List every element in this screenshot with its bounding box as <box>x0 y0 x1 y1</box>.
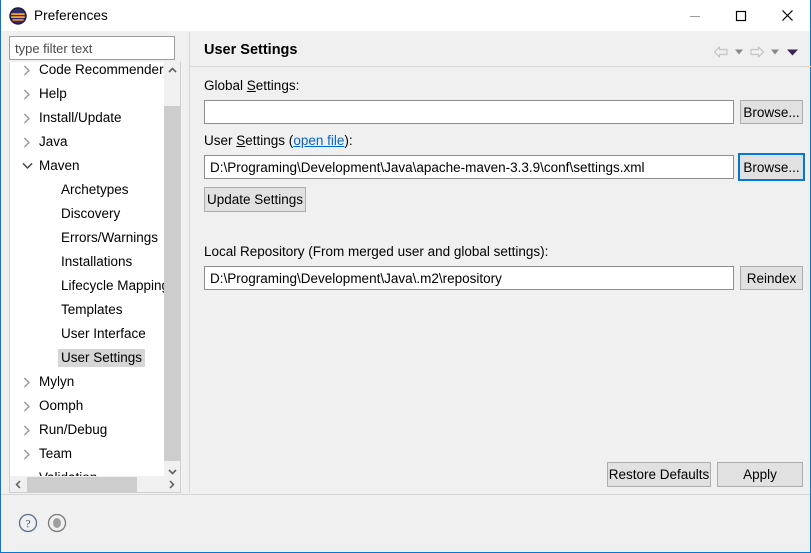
tree-item-label: Team <box>39 446 73 461</box>
close-button[interactable] <box>764 0 810 31</box>
title-bar: Preferences <box>1 0 810 31</box>
chevron-down-icon[interactable] <box>18 154 36 178</box>
tree-item-team[interactable]: Team <box>10 442 165 466</box>
tree-item-errors-warnings[interactable]: Errors/Warnings <box>10 226 165 250</box>
preferences-tree: Code Recommenders Help Install/Update Java M… <box>9 62 181 482</box>
tree-item-help[interactable]: Help <box>10 82 165 106</box>
tree-scroll-thumb[interactable] <box>164 106 180 461</box>
global-settings-input[interactable] <box>204 100 734 124</box>
tree-item-label: Archetypes <box>61 182 129 197</box>
page-nav-toolbar <box>710 42 802 62</box>
tree-item-run-debug[interactable]: Run/Debug <box>10 418 165 442</box>
window-controls <box>672 0 810 31</box>
maximize-button[interactable] <box>718 0 764 31</box>
tree-item-label: Java <box>39 134 68 149</box>
chevron-right-icon[interactable] <box>18 370 36 394</box>
tree-item-oomph[interactable]: Oomph <box>10 394 165 418</box>
tree-list: Code Recommenders Help Install/Update Java M… <box>10 62 165 476</box>
eclipse-logo-icon <box>9 6 27 25</box>
local-repository-input[interactable] <box>204 266 734 290</box>
tree-item-installations[interactable]: Installations <box>10 250 165 274</box>
scroll-up-icon[interactable] <box>164 62 180 79</box>
restore-defaults-button[interactable]: Restore Defaults <box>607 462 711 487</box>
help-question-icon[interactable]: ? <box>17 512 39 534</box>
global-settings-label: Global Settings: <box>204 78 300 93</box>
scroll-right-icon[interactable] <box>163 477 180 492</box>
tree-item-label: Mylyn <box>39 374 75 389</box>
tree-item-mylyn[interactable]: Mylyn <box>10 370 165 394</box>
local-repository-label: Local Repository (From merged user and g… <box>204 244 549 259</box>
tree-item-label: Discovery <box>61 206 121 221</box>
svg-text:?: ? <box>25 518 30 530</box>
arrow-right-icon[interactable] <box>746 42 768 62</box>
search-input[interactable] <box>9 36 175 60</box>
minimize-button[interactable] <box>672 0 718 31</box>
preferences-dialog: Preferences Code Recommenders Help Install… <box>0 0 811 553</box>
tree-item-label: Install/Update <box>39 110 122 125</box>
tree-item-maven[interactable]: Maven <box>10 154 165 178</box>
user-settings-browse-button[interactable]: Browse... <box>738 153 805 181</box>
tree-item-archetypes[interactable]: Archetypes <box>10 178 165 202</box>
tree-item-label: Run/Debug <box>39 422 108 437</box>
global-settings-browse-button[interactable]: Browse... <box>740 100 803 124</box>
chevron-right-icon[interactable] <box>18 82 36 106</box>
user-settings-label: User Settings (open file): <box>204 133 353 148</box>
tree-item-code-recommenders[interactable]: Code Recommenders <box>10 62 165 82</box>
tree-item-label: User Interface <box>61 326 146 341</box>
tree-item-label: Validation <box>36 469 100 476</box>
window-title: Preferences <box>34 8 108 23</box>
footer-bar: ? OK Cancel <box>1 495 810 552</box>
settings-page: User Settings Global Settings: Browse...… <box>189 32 811 493</box>
tree-item-label: Lifecycle Mapping <box>61 278 165 293</box>
page-title: User Settings <box>204 42 298 58</box>
title-divider <box>190 66 811 67</box>
tree-item-user-settings[interactable]: User Settings <box>10 346 165 370</box>
tree-horizontal-scrollbar[interactable] <box>9 476 181 493</box>
user-settings-input[interactable] <box>204 155 734 179</box>
filter-box <box>9 36 175 60</box>
apply-button[interactable]: Apply <box>717 462 803 487</box>
open-file-link[interactable]: open file <box>293 133 344 148</box>
view-menu-chevron-down-icon[interactable] <box>782 42 802 62</box>
tree-item-label: Templates <box>61 302 123 317</box>
tree-item-label: Installations <box>61 254 133 269</box>
circle-dot-icon[interactable] <box>46 512 68 534</box>
tree-vertical-scrollbar[interactable] <box>164 62 180 480</box>
update-settings-button[interactable]: Update Settings <box>204 187 306 212</box>
tree-item-label: Help <box>39 86 67 101</box>
tree-item-label: Code Recommenders <box>39 62 165 77</box>
tree-item-templates[interactable]: Templates <box>10 298 165 322</box>
chevron-right-icon[interactable] <box>18 442 36 466</box>
tree-hscroll-thumb[interactable] <box>27 476 137 492</box>
tree-item-discovery[interactable]: Discovery <box>10 202 165 226</box>
forward-history-chevron-down-icon[interactable] <box>768 42 782 62</box>
chevron-right-icon[interactable] <box>18 62 36 82</box>
chevron-right-icon[interactable] <box>18 130 36 154</box>
tree-item-lifecycle-mapping[interactable]: Lifecycle Mapping <box>10 274 165 298</box>
chevron-right-icon[interactable] <box>18 394 36 418</box>
tree-item-install-update[interactable]: Install/Update <box>10 106 165 130</box>
tree-item-label: Oomph <box>39 398 84 413</box>
chevron-right-icon[interactable] <box>18 418 36 442</box>
tree-item-label: User Settings <box>58 349 146 367</box>
back-history-chevron-down-icon[interactable] <box>732 42 746 62</box>
tree-item-label: Errors/Warnings <box>61 230 159 245</box>
tree-item-java[interactable]: Java <box>10 130 165 154</box>
tree-item-validation[interactable]: Validation <box>10 466 165 476</box>
arrow-left-icon[interactable] <box>710 42 732 62</box>
tree-item-user-interface[interactable]: User Interface <box>10 322 165 346</box>
chevron-right-icon[interactable] <box>18 106 36 130</box>
reindex-button[interactable]: Reindex <box>740 266 803 290</box>
scroll-left-icon[interactable] <box>10 477 27 492</box>
tree-item-label: Maven <box>39 158 80 173</box>
